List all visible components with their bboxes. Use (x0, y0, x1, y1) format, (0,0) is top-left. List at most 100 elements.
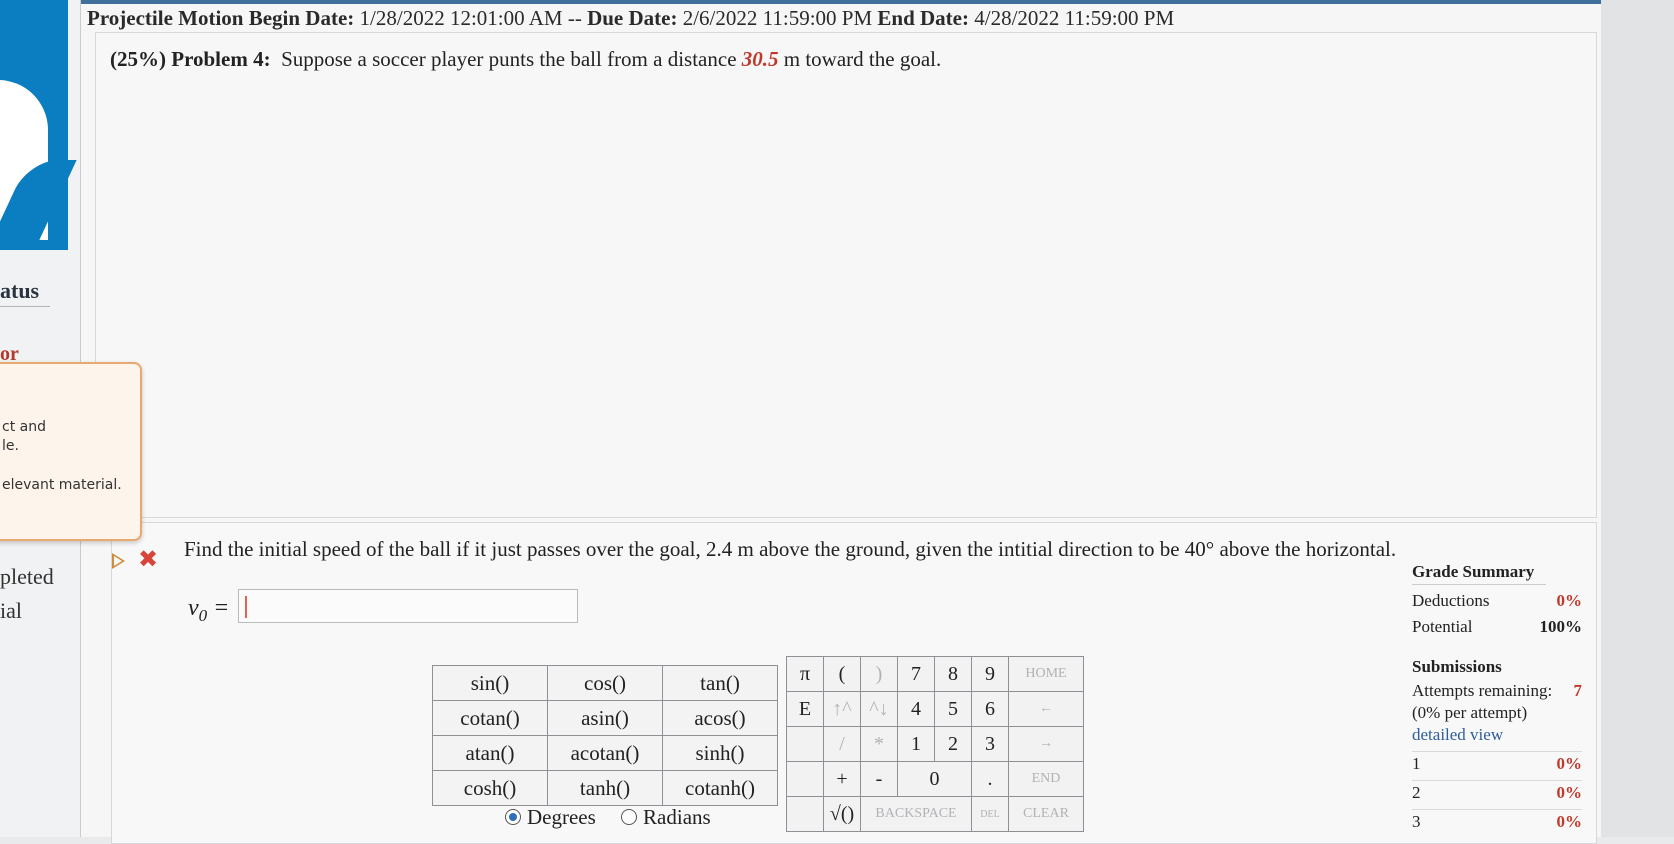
key-clear[interactable]: CLEAR (1008, 796, 1084, 832)
problem-text-end: m toward the goal. (783, 47, 942, 71)
radians-radio[interactable] (621, 809, 638, 825)
deductions-value: 0% (1556, 591, 1583, 610)
key-left-arrow[interactable]: ← (1008, 691, 1084, 727)
key-0[interactable]: 0 (897, 761, 972, 797)
begin-date-value: 1/28/2022 12:01:00 AM (359, 6, 563, 30)
radians-label: Radians (643, 805, 711, 829)
angle-mode-selector: Degrees Radians (505, 805, 711, 830)
key-sqrt[interactable]: √() (823, 796, 861, 832)
key-acos[interactable]: acos() (662, 700, 778, 736)
attempts-row: Attempts remaining: 7 (1412, 681, 1582, 701)
key-home[interactable]: HOME (1008, 656, 1084, 692)
part-question: Find the initial speed of the ball if it… (184, 537, 1397, 561)
key-cotan[interactable]: cotan() (432, 700, 548, 736)
key-6[interactable]: 6 (971, 691, 1009, 727)
deductions-row: Deductions 0% (1412, 591, 1582, 611)
key-empty (786, 761, 824, 797)
due-date-label: Due Date: (587, 6, 678, 30)
header-separator: -- (567, 6, 582, 30)
key-3[interactable]: 3 (971, 726, 1009, 762)
detailed-view-link[interactable]: detailed view (1412, 725, 1582, 745)
key-pi[interactable]: π (786, 656, 824, 692)
potential-value: 100% (1539, 617, 1583, 636)
due-date-value: 2/6/2022 11:59:00 PM (682, 6, 873, 30)
key-del[interactable]: DEL (971, 796, 1009, 832)
problem-distance: 30.5 (741, 47, 779, 71)
key-empty (786, 796, 824, 832)
key-acotan[interactable]: acotan() (547, 735, 663, 771)
key-tan[interactable]: tan() (662, 665, 778, 701)
key-down[interactable]: ^↓ (860, 691, 898, 727)
key-multiply[interactable]: * (860, 726, 898, 762)
key-empty (786, 726, 824, 762)
per-attempt-text: (0% per attempt) (1412, 703, 1528, 722)
degrees-radio[interactable] (505, 809, 521, 825)
submission-score: 0% (1556, 754, 1583, 773)
key-9[interactable]: 9 (971, 656, 1009, 692)
sidebar-divider (0, 306, 50, 307)
top-accent-bar (81, 0, 1602, 4)
key-cotanh[interactable]: cotanh() (662, 770, 778, 806)
key-up[interactable]: ↑^ (823, 691, 861, 727)
answer-input[interactable] (238, 589, 578, 623)
degrees-label: Degrees (527, 805, 596, 829)
key-asin[interactable]: asin() (547, 700, 663, 736)
key-cos[interactable]: cos() (547, 665, 663, 701)
key-1[interactable]: 1 (897, 726, 935, 762)
key-tanh[interactable]: tanh() (547, 770, 663, 806)
key-4[interactable]: 4 (897, 691, 935, 727)
key-8[interactable]: 8 (934, 656, 972, 692)
key-e[interactable]: E (786, 691, 824, 727)
key-minus[interactable]: - (860, 761, 898, 797)
submission-score: 0% (1556, 812, 1583, 831)
submission-number: 3 (1412, 812, 1421, 831)
key-cosh[interactable]: cosh() (432, 770, 548, 806)
attempts-value: 7 (1573, 681, 1583, 700)
submissions-title: Submissions (1412, 657, 1502, 676)
submission-row: 1 0% (1412, 751, 1582, 774)
key-sinh[interactable]: sinh() (662, 735, 778, 771)
key-lparen[interactable]: ( (823, 656, 861, 692)
sidebar-status-heading: atus (0, 278, 40, 303)
begin-date-label: Begin Date: (248, 6, 355, 30)
sidebar-tooltip: ct and le. elevant material. (0, 362, 142, 541)
function-keypad: sin() cos() tan() cotan() asin() acos() … (432, 665, 778, 806)
submission-score: 0% (1556, 783, 1583, 802)
key-sin[interactable]: sin() (432, 665, 548, 701)
key-5[interactable]: 5 (934, 691, 972, 727)
key-backspace[interactable]: BACKSPACE (860, 796, 972, 832)
tooltip-line: le. (2, 438, 19, 454)
problem-statement: (25%) Problem 4: Suppose a soccer player… (110, 47, 941, 72)
incorrect-x-icon: ✖ (138, 545, 159, 573)
sidebar-partial-item[interactable]: ial (0, 598, 22, 624)
text-cursor (245, 596, 247, 618)
submission-row: 2 0% (1412, 780, 1582, 803)
potential-row: Potential 100% (1412, 617, 1582, 637)
assignment-header: Projectile Motion Begin Date: 1/28/2022 … (87, 6, 1174, 31)
grade-summary: Grade Summary Deductions 0% Potential 10… (1412, 562, 1582, 637)
answer-var: v (188, 595, 199, 621)
submissions-panel: Submissions Attempts remaining: 7 (0% pe… (1412, 657, 1582, 832)
key-7[interactable]: 7 (897, 656, 935, 692)
key-plus[interactable]: + (823, 761, 861, 797)
key-end[interactable]: END (1008, 761, 1084, 797)
deductions-label: Deductions (1412, 591, 1490, 610)
key-atan[interactable]: atan() (432, 735, 548, 771)
key-dot[interactable]: . (971, 761, 1009, 797)
end-date-label: End Date: (877, 6, 969, 30)
key-divide[interactable]: / (823, 726, 861, 762)
tooltip-line: ct and (2, 419, 46, 435)
assignment-title: Projectile Motion (87, 6, 244, 30)
problem-text: Suppose a soccer player punts the ball f… (281, 47, 737, 71)
problem-statement-box: (25%) Problem 4: Suppose a soccer player… (95, 32, 1597, 518)
play-triangle-icon-inner (114, 556, 122, 566)
answer-var-sub: 0 (198, 605, 208, 625)
attempts-label: Attempts remaining: (1412, 681, 1553, 700)
potential-label: Potential (1412, 617, 1473, 636)
key-right-arrow[interactable]: → (1008, 726, 1084, 762)
sidebar-completed-item[interactable]: pleted (0, 564, 54, 590)
key-2[interactable]: 2 (934, 726, 972, 762)
end-date-value: 4/28/2022 11:59:00 PM (974, 6, 1175, 30)
answer-equals: = (207, 595, 230, 621)
key-rparen[interactable]: ) (860, 656, 898, 692)
